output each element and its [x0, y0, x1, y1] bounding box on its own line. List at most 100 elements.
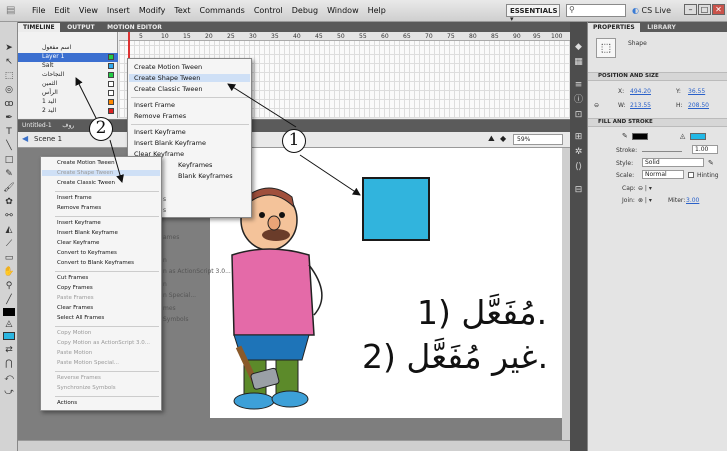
menu-window[interactable]: Window	[327, 6, 359, 15]
menu-item-paste-frames[interactable]: Paste Frames	[57, 295, 94, 301]
menu-item-paste-motion-special[interactable]: Paste Motion Special...	[57, 360, 119, 366]
menu-item-remove-frames[interactable]: Remove Frames	[134, 112, 186, 120]
menu-item-partial[interactable]: Keyframes	[178, 161, 212, 169]
menu-item-actions[interactable]: Actions	[57, 400, 77, 406]
layer-row[interactable]: اليد 2	[18, 107, 118, 116]
menu-item-copy-frames[interactable]: Copy Frames	[57, 285, 93, 291]
menu-item-insert-keyframe[interactable]: Insert Keyframe	[57, 220, 101, 226]
edit-scene-icon[interactable]: ⛰	[488, 134, 495, 144]
paint-bucket-tool-icon[interactable]: ◭	[3, 224, 15, 236]
layer-color-icon[interactable]	[108, 108, 114, 114]
smooth-icon[interactable]: ⤺	[3, 372, 15, 384]
layer-row[interactable]: الثمين	[18, 80, 118, 89]
layer-row[interactable]: Salt	[18, 62, 118, 71]
menu-file[interactable]: File	[32, 6, 45, 15]
menu-debug[interactable]: Debug	[292, 6, 318, 15]
minimize-button[interactable]: –	[684, 4, 697, 15]
menu-item-create-classic-tween[interactable]: Create Classic Tween	[134, 85, 203, 93]
straighten-icon[interactable]: ⤻	[3, 386, 15, 398]
section-position-size[interactable]: POSITION AND SIZE	[588, 72, 727, 81]
menu-item-copy-motion[interactable]: Copy Motion	[57, 330, 91, 336]
scene-label[interactable]: Scene 1	[34, 135, 62, 143]
swatches-panel-icon[interactable]: ▦	[573, 57, 584, 68]
eyedropper-tool-icon[interactable]: ⟋	[3, 238, 15, 250]
width-value[interactable]: 213.55	[630, 102, 651, 109]
menu-item-create-motion-tween[interactable]: Create Motion Tween	[57, 160, 115, 166]
hand-tool-icon[interactable]: ✋	[3, 266, 15, 278]
menu-item-clear-frames[interactable]: Clear Frames	[57, 305, 93, 311]
motion-presets-icon[interactable]: ✲	[573, 147, 584, 158]
layer-row-selected[interactable]: Layer 1	[18, 53, 118, 62]
align-panel-icon[interactable]: ≡	[573, 80, 584, 91]
section-fill-stroke[interactable]: FILL AND STROKE	[588, 118, 727, 127]
menu-item-select-all-frames[interactable]: Select All Frames	[57, 315, 104, 321]
layer-color-icon[interactable]	[108, 99, 114, 105]
cap-select[interactable]: ⊖ | ▾	[638, 185, 652, 192]
hinting-checkbox[interactable]	[688, 172, 694, 178]
menu-item-convert-to-keyframes[interactable]: Convert to Keyframes	[57, 250, 117, 256]
snap-to-objects-icon[interactable]: ⋂	[3, 358, 15, 370]
menu-insert[interactable]: Insert	[107, 6, 130, 15]
shape-rectangle[interactable]	[362, 177, 430, 241]
eraser-tool-icon[interactable]: ▭	[3, 252, 15, 264]
fill-bucket-icon[interactable]: ◬	[3, 318, 15, 330]
back-arrow-icon[interactable]: ◀	[22, 134, 28, 143]
zoom-select[interactable]: 59%	[513, 134, 563, 145]
menu-edit[interactable]: Edit	[54, 6, 70, 15]
layer-row[interactable]: اليد 1	[18, 98, 118, 107]
layer-row[interactable]: الرأس	[18, 89, 118, 98]
layer-color-icon[interactable]	[108, 63, 114, 69]
zoom-tool-icon[interactable]: ⚲	[3, 280, 15, 292]
miter-value[interactable]: 3.00	[686, 197, 699, 204]
swap-colors-icon[interactable]: ⇄	[3, 344, 15, 356]
menu-item-insert-blank-keyframe[interactable]: Insert Blank Keyframe	[134, 139, 206, 147]
menu-item-paste-motion[interactable]: Paste Motion	[57, 350, 92, 356]
brush-tool-icon[interactable]: 🖌	[3, 182, 15, 194]
menu-item-create-shape-tween[interactable]: Create Shape Tween	[42, 170, 160, 176]
menu-item-insert-blank-keyframe[interactable]: Insert Blank Keyframe	[57, 230, 118, 236]
layer-color-icon[interactable]	[108, 81, 114, 87]
menu-item-cut-frames[interactable]: Cut Frames	[57, 275, 88, 281]
menu-item-partial[interactable]: Blank Keyframes	[178, 172, 233, 180]
join-select[interactable]: ⊗ | ▾	[638, 197, 652, 204]
stroke-color-picker[interactable]	[632, 133, 648, 140]
text-tool-icon[interactable]: T	[3, 126, 15, 138]
style-select[interactable]: Solid	[642, 158, 704, 167]
scale-select[interactable]: Normal	[642, 170, 684, 179]
pen-tool-icon[interactable]: ✒	[3, 112, 15, 124]
document-tab[interactable]: Untitled-1	[18, 120, 56, 131]
menu-item-copy-motion-as-actionscript[interactable]: Copy Motion as ActionScript 3.0...	[57, 340, 150, 346]
menu-item-insert-frame[interactable]: Insert Frame	[134, 101, 175, 109]
edit-stroke-style-icon[interactable]: ✎	[708, 159, 714, 167]
workspace-switcher[interactable]: ESSENTIALS ▾	[506, 4, 560, 23]
layer-row[interactable]: النجاحات	[18, 71, 118, 80]
layer-color-icon[interactable]	[108, 54, 114, 60]
stage-text-line-2[interactable]: 2) غير مُفَعَّل.	[362, 337, 548, 376]
deco-tool-icon[interactable]: ✿	[3, 196, 15, 208]
layer-color-icon[interactable]	[108, 72, 114, 78]
transform-panel-icon[interactable]: ⊡	[573, 110, 584, 121]
pencil-tool-icon[interactable]: ✎	[3, 168, 15, 180]
lasso-tool-icon[interactable]: ꝏ	[3, 98, 15, 110]
menu-item-remove-frames[interactable]: Remove Frames	[57, 205, 101, 211]
menu-item-create-classic-tween[interactable]: Create Classic Tween	[57, 180, 115, 186]
info-panel-icon[interactable]: ⓘ	[573, 95, 584, 106]
menu-item-reverse-frames[interactable]: Reverse Frames	[57, 375, 101, 381]
tab-timeline[interactable]: TIMELINE	[18, 23, 60, 32]
edit-symbols-icon[interactable]: ◆	[500, 134, 506, 143]
vertical-scrollbar[interactable]	[562, 148, 570, 440]
menu-text[interactable]: Text	[174, 6, 190, 15]
layer-row[interactable]: اسم مفعول	[18, 44, 118, 53]
code-snippets-icon[interactable]: ⟨⟩	[573, 162, 584, 173]
menu-item-create-motion-tween[interactable]: Create Motion Tween	[134, 63, 202, 71]
rectangle-tool-icon[interactable]: □	[3, 154, 15, 166]
free-transform-tool-icon[interactable]: ⬚	[3, 70, 15, 82]
document-tab-extra[interactable]: روف	[58, 120, 78, 131]
maximize-button[interactable]: □	[698, 4, 711, 15]
link-proportions-icon[interactable]: ⊖	[594, 102, 599, 109]
fill-color-swatch[interactable]	[3, 332, 15, 340]
menu-item-create-shape-tween[interactable]: Create Shape Tween	[129, 74, 250, 82]
close-button[interactable]: ✕	[712, 4, 725, 15]
y-value[interactable]: 36.55	[688, 88, 705, 95]
line-tool-icon[interactable]: ╲	[3, 140, 15, 152]
